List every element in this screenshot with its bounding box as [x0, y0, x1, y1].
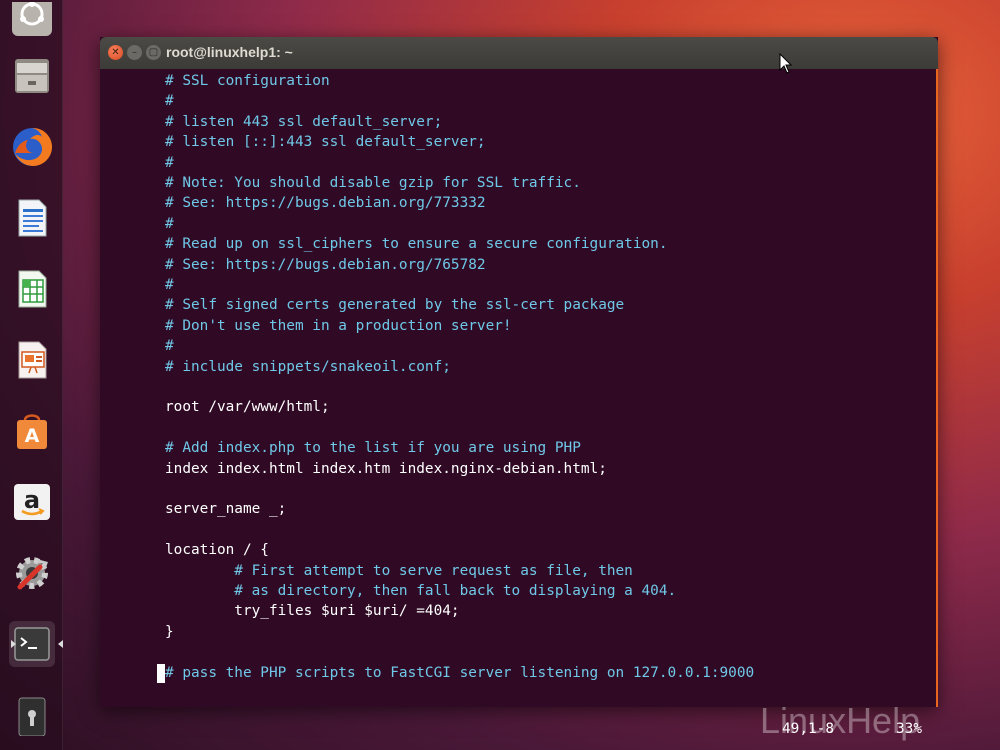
- amazon-launcher-button[interactable]: a: [9, 479, 55, 525]
- focused-indicator-icon: [58, 640, 63, 648]
- window-title: root@linuxhelp1: ~: [166, 44, 293, 60]
- mouse-pointer-icon: [779, 53, 793, 74]
- amazon-icon: a: [14, 484, 50, 520]
- usb-drive-icon: [18, 697, 46, 736]
- svg-text:a: a: [24, 486, 40, 514]
- editor-line: # listen [::]:443 ssl default_server;: [165, 134, 486, 151]
- editor-line: # Read up on ssl_ciphers to ensure a sec…: [165, 236, 668, 253]
- running-indicator-icon: [11, 640, 16, 648]
- firefox-launcher-button[interactable]: [9, 124, 55, 170]
- editor-line: # listen 443 ssl default_server;: [165, 113, 443, 130]
- editor-line: # Self signed certs generated by the ssl…: [165, 297, 625, 314]
- calc-launcher-button[interactable]: [9, 266, 55, 312]
- system-settings-icon: [16, 557, 48, 590]
- terminal-window[interactable]: ✕ – ▢ root@linuxhelp1: ~ 49,1-8 33% # SS…: [100, 37, 938, 737]
- settings-launcher-button[interactable]: [9, 550, 55, 596]
- svg-text:A: A: [25, 425, 40, 447]
- editor-line: # Note: You should disable gzip for SSL …: [165, 175, 581, 191]
- linuxhelp-watermark: LinuxHelp: [760, 700, 921, 741]
- editor-line: #: [165, 154, 174, 171]
- libreoffice-impress-icon: [18, 341, 47, 379]
- writer-launcher-button[interactable]: [9, 195, 55, 241]
- libreoffice-calc-icon: [18, 270, 47, 308]
- text-cursor: [157, 663, 165, 683]
- editor-line: location / {: [165, 542, 269, 559]
- title-bar[interactable]: ✕ – ▢ root@linuxhelp1: ~: [100, 37, 938, 69]
- editor-line: #: [165, 93, 174, 110]
- minimize-button[interactable]: –: [127, 45, 142, 60]
- libreoffice-writer-icon: [18, 199, 47, 237]
- editor-line: root /var/www/html;: [165, 399, 330, 416]
- editor-line: # Add index.php to the list if you are u…: [165, 440, 581, 457]
- editor-text-area[interactable]: 49,1-8 33% # SSL configuration # # listen …: [100, 69, 938, 737]
- editor-line: #: [165, 215, 174, 232]
- editor-line: # Don't use them in a production server!: [165, 317, 512, 334]
- window-edge: [936, 69, 938, 707]
- unity-launcher: A a: [0, 0, 63, 750]
- editor-line: # First attempt to serve request as file…: [165, 562, 633, 579]
- close-button[interactable]: ✕: [108, 45, 123, 60]
- ubuntu-dash-icon: [12, 2, 52, 36]
- software-launcher-button[interactable]: A: [9, 408, 55, 454]
- editor-line: index index.html index.htm index.nginx-d…: [165, 460, 607, 477]
- terminal-launcher-button[interactable]: [9, 621, 63, 667]
- editor-line: }: [165, 623, 174, 640]
- terminal-icon: [14, 627, 50, 661]
- editor-line: # SSL configuration: [165, 73, 330, 89]
- files-icon: [15, 59, 49, 93]
- ubuntu-software-icon: A: [17, 414, 47, 449]
- editor-line: #: [165, 277, 174, 293]
- editor-line: # include snippets/snakeoil.conf;: [165, 358, 451, 375]
- editor-line: #: [165, 338, 174, 355]
- editor-line: # as directory, then fall back to displa…: [165, 583, 677, 599]
- impress-launcher-button[interactable]: [9, 337, 55, 383]
- maximize-button[interactable]: ▢: [146, 45, 161, 60]
- ubuntu-dash-button[interactable]: [9, 0, 55, 46]
- editor-line: server_name _;: [165, 501, 287, 518]
- editor-line: # See: https://bugs.debian.org/765782: [165, 256, 486, 273]
- editor-line: # pass the PHP scripts to FastCGI server…: [165, 664, 755, 681]
- usb-launcher-button[interactable]: [9, 692, 55, 738]
- firefox-icon: [13, 127, 53, 166]
- files-launcher-button[interactable]: [9, 53, 55, 99]
- editor-line: try_files $uri $uri/ =404;: [165, 603, 460, 620]
- editor-line: # See: https://bugs.debian.org/773332: [165, 195, 486, 212]
